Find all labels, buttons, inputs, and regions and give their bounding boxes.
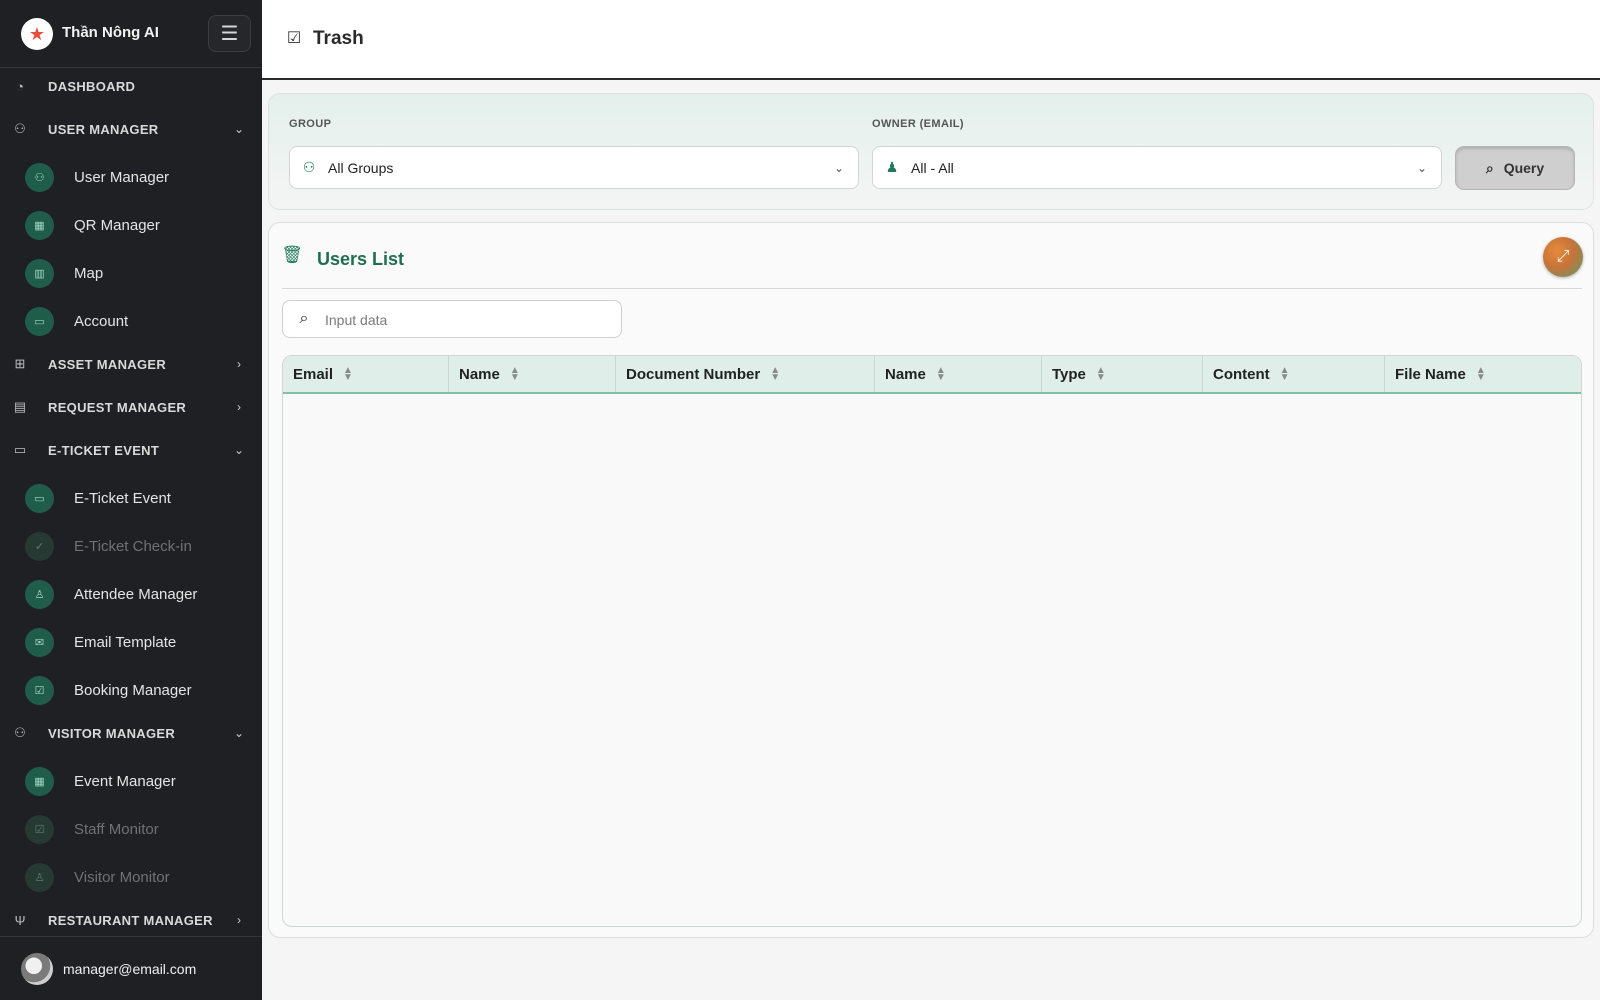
chevron-right-icon: › [237,400,241,414]
visitor-icon: ♙ [25,862,54,892]
divider [282,288,1582,289]
sidebar-section-user-manager[interactable]: ⚇ USER MANAGER ⌄ [0,114,262,144]
search-icon: ⌕ [1485,159,1494,176]
query-button[interactable]: ⌕ Query [1455,146,1575,190]
column-header-name-2[interactable]: Name ▲ ▼ [875,356,1042,392]
sitemap-icon: ⊞ [14,356,26,371]
ticket-icon: ▭ [13,442,27,457]
trash-icon: 🗑 [281,245,303,264]
utensils-icon: Ψ [14,912,26,928]
sort-icon: ▲ ▼ [509,365,520,383]
chevron-down-icon: ⌄ [233,122,245,136]
sidebar-item-email-template[interactable]: ✉ Email Template [0,622,262,662]
user-profile[interactable]: manager@email.com [0,936,262,1000]
sidebar-section-visitor-manager[interactable]: ⚇ VISITOR MANAGER ⌄ [0,718,262,748]
expand-button[interactable]: ⤢ [1543,237,1583,277]
sidebar-item-qr-manager[interactable]: ▦ QR Manager [0,205,262,245]
user-icon: ♟ [885,159,899,175]
sidebar-item-account[interactable]: ▭ Account [0,301,262,341]
sidebar-item-attendee-manager[interactable]: ♙ Attendee Manager [0,574,262,614]
chevron-down-icon: ⌄ [833,160,845,175]
owner-label: OWNER (EMAIL) [872,118,964,130]
sidebar-item-booking-manager[interactable]: ☑ Booking Manager [0,670,262,710]
sort-icon: ▲ ▼ [343,365,353,383]
sort-icon: ▲ ▼ [1475,365,1486,383]
calendar-check-icon: ☑ [25,675,54,705]
page-header: ☑ Trash [262,0,1600,80]
sidebar-item-visitor-monitor[interactable]: ♙ Visitor Monitor [0,857,262,897]
column-header-document-number[interactable]: Document Number ▲ ▼ [616,356,875,392]
chevron-down-icon: ⌄ [1416,160,1428,175]
chevron-down-icon: ⌄ [233,726,245,740]
search-box: ⌕ [282,300,622,338]
search-icon: ⌕ [299,310,309,327]
user-email: manager@email.com [63,961,197,977]
sidebar-section-e-ticket-event[interactable]: ▭ E-TICKET EVENT ⌄ [0,435,262,465]
calendar-icon: ▦ [25,766,54,796]
star-logo-icon: ★ [21,18,53,50]
column-header-file-name[interactable]: File Name ▲ ▼ [1385,356,1581,392]
column-header-type[interactable]: Type ▲ ▼ [1042,356,1203,392]
sidebar-item-e-ticket-check-in[interactable]: ✓ E-Ticket Check-in [0,526,262,566]
chevron-right-icon: › [237,357,241,371]
user-icon: ♙ [25,579,54,609]
clipboard-icon: ▤ [13,399,27,414]
sidebar-section-dashboard[interactable]: ◔ DASHBOARD [0,71,262,101]
user-check-icon: ✓ [25,531,54,561]
group-users-icon: ⚇ [302,159,316,175]
sort-icon: ▲ ▼ [1095,365,1106,383]
sidebar: ★ Thần Nông AI ☰ ◔ DASHBOARD ⚇ USER MANA… [0,0,262,1000]
sort-icon: ▲ ▼ [770,365,781,383]
search-input[interactable] [325,309,610,331]
sidebar-nav: ◔ DASHBOARD ⚇ USER MANAGER ⌄ ⚇ User Mana… [0,68,262,936]
avatar [21,953,53,985]
qr-icon: ▦ [25,210,54,240]
group-select-value: All Groups [328,159,394,176]
ticket-icon: ▭ [25,483,54,513]
list-title: Users List [317,249,405,269]
users-list-panel: 🗑 Users List ⤢ ⌕ Email ▲▼ Name ▲▼ Docume… [268,222,1594,938]
sidebar-item-user-manager[interactable]: ⚇ User Manager [0,157,262,197]
column-header-content[interactable]: Content ▲ ▼ [1203,356,1385,392]
query-button-label: Query [1503,160,1545,176]
envelope-icon: ✉ [25,627,54,657]
hamburger-icon[interactable]: ☰ [208,15,251,52]
chevron-down-icon: ⌄ [233,443,245,457]
column-header-email[interactable]: Email ▲ ▼ [283,356,449,392]
sidebar-section-restaurant-manager[interactable]: Ψ RESTAURANT MANAGER › [0,905,262,935]
brand-name: Thần Nông AI [62,24,159,41]
brand-bar: ★ Thần Nông AI ☰ [0,0,262,68]
page-title: Trash [313,28,364,49]
table-header: Email ▲ ▼ Name ▲ ▼ Document Number ▲ ▼ Name… [283,356,1581,394]
users-icon: ⚇ [25,162,54,192]
sidebar-section-asset-manager[interactable]: ⊞ ASSET MANAGER › [0,349,262,379]
users-table: Email ▲ ▼ Name ▲ ▼ Document Number ▲ ▼ Name… [282,355,1582,927]
expand-icon: ⤢ [1556,248,1570,265]
map-icon: ▥ [25,258,54,288]
dashboard-icon: ◔ [16,78,24,94]
filter-panel: GROUP ⚇ All Groups ⌄ OWNER (EMAIL) ♟ All… [268,93,1594,210]
chevron-right-icon: › [237,913,241,927]
sort-icon: ▲ ▼ [935,365,946,383]
table-body [283,394,1581,926]
owner-select[interactable]: ♟ All - All ⌄ [872,146,1442,189]
owner-select-value: All - All [911,159,954,176]
group-select[interactable]: ⚇ All Groups ⌄ [289,146,859,189]
column-header-name[interactable]: Name ▲ ▼ [449,356,616,392]
users-icon: ⚇ [14,121,26,136]
sidebar-item-event-manager[interactable]: ▦ Event Manager [0,761,262,801]
sort-icon: ▲ ▼ [1279,365,1290,383]
sidebar-section-request-manager[interactable]: ▤ REQUEST MANAGER › [0,392,262,422]
id-card-icon: ▭ [25,306,54,336]
group-label: GROUP [289,118,332,130]
sidebar-item-e-ticket-event[interactable]: ▭ E-Ticket Event [0,478,262,518]
sidebar-item-staff-monitor[interactable]: ☑ Staff Monitor [0,809,262,849]
visitors-icon: ⚇ [14,725,26,740]
sidebar-item-map[interactable]: ▥ Map [0,253,262,293]
clipboard-check-icon: ☑ [286,30,302,47]
clipboard-check-icon: ☑ [25,814,54,844]
